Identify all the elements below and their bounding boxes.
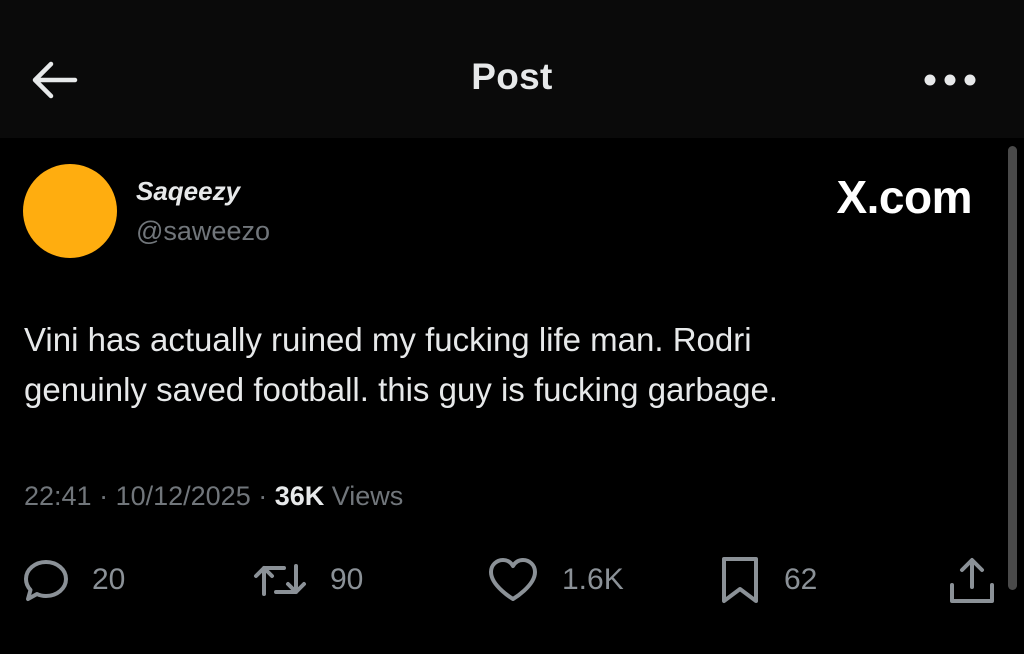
more-options-button[interactable] [918, 56, 982, 104]
top-bar: Post [0, 0, 1024, 138]
post-page: Post Saqeezy @saweezo X.com Vini has act… [0, 0, 1024, 654]
tweet-line-1: Vini has actually ruined my fucking life… [24, 321, 752, 358]
share-icon [950, 558, 994, 603]
page-title: Post [471, 56, 553, 97]
share-button[interactable] [946, 550, 998, 610]
like-button[interactable]: 1.6K [486, 550, 624, 610]
repost-icon [254, 564, 306, 596]
post-meta: 22:41 · 10/12/2025 · 36K Views [24, 481, 403, 512]
bookmark-button[interactable]: 62 [718, 550, 817, 610]
reply-button[interactable]: 20 [22, 550, 125, 610]
meta-separator: · [99, 481, 116, 511]
meta-separator: · [258, 481, 275, 511]
views-label[interactable]: Views [332, 481, 404, 511]
views-count[interactable]: 36K [275, 481, 332, 511]
post-date[interactable]: 10/12/2025 [116, 481, 259, 511]
repost-button[interactable]: 90 [252, 550, 363, 610]
heart-icon [489, 558, 537, 601]
post-time[interactable]: 22:41 [24, 481, 99, 511]
avatar[interactable] [23, 164, 117, 258]
scrollbar[interactable] [1008, 146, 1017, 590]
tweet-text: Vini has actually ruined my fucking life… [24, 315, 984, 415]
author-display-name[interactable]: Saqeezy [136, 176, 240, 207]
bookmark-icon [722, 557, 758, 603]
more-horizontal-icon [924, 74, 976, 86]
action-bar: 20 90 1.6K 62 [0, 550, 1024, 610]
reply-icon [24, 560, 68, 601]
like-count: 1.6K [562, 563, 624, 596]
author-handle[interactable]: @saweezo [136, 216, 270, 247]
repost-count: 90 [330, 563, 364, 596]
bookmark-count: 62 [784, 563, 818, 596]
tweet-line-2: genuinly saved football. this guy is fuc… [24, 371, 778, 408]
reply-count: 20 [92, 563, 126, 596]
xcom-watermark: X.com [836, 171, 972, 223]
